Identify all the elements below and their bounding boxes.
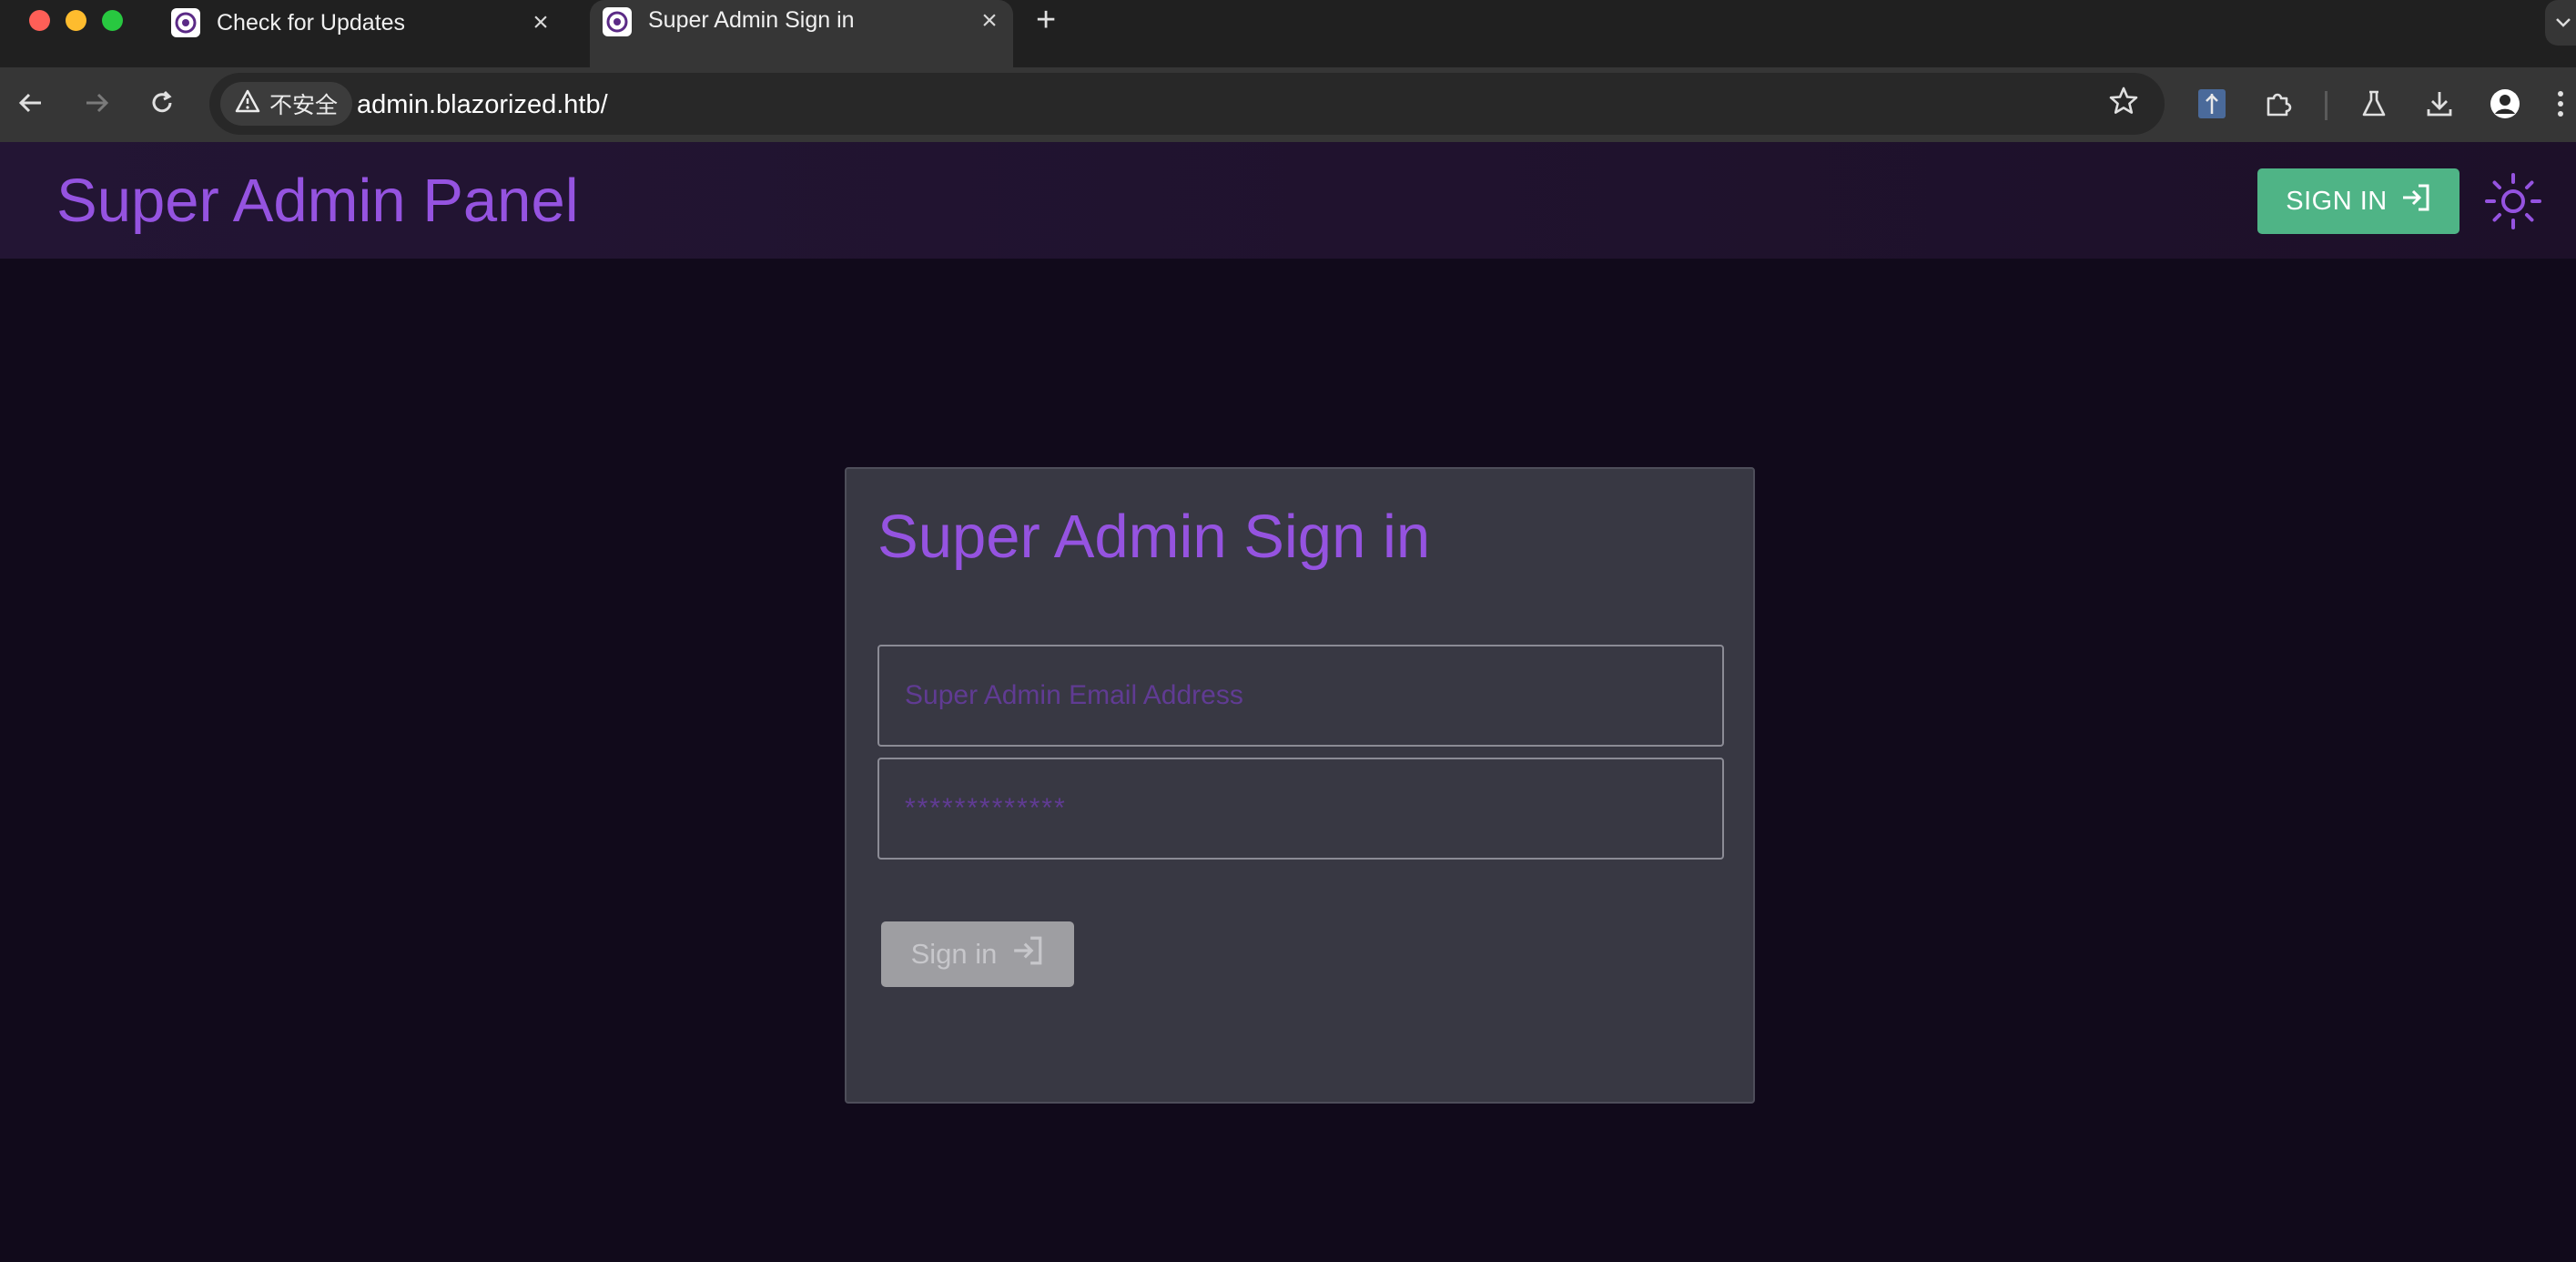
blazorized-favicon-icon bbox=[171, 8, 200, 37]
extension-icon[interactable] bbox=[2192, 84, 2232, 124]
tab-close-icon[interactable]: × bbox=[973, 7, 1006, 35]
security-status-chip[interactable]: 不安全 bbox=[220, 82, 353, 126]
window-minimize-button[interactable] bbox=[66, 10, 86, 31]
email-field[interactable] bbox=[877, 645, 1724, 747]
sign-in-label: Sign in bbox=[910, 938, 998, 970]
tab-title: Check for Updates bbox=[217, 9, 406, 36]
warning-icon bbox=[235, 89, 260, 119]
browser-tab-strip: Check for Updates × Super Admin Sign in … bbox=[0, 0, 2576, 67]
password-field[interactable] bbox=[877, 758, 1724, 860]
window-close-button[interactable] bbox=[29, 10, 50, 31]
tab-super-admin-sign-in[interactable]: Super Admin Sign in × bbox=[590, 0, 1013, 67]
login-arrow-icon bbox=[1011, 934, 1044, 974]
kebab-menu-icon[interactable] bbox=[2547, 84, 2574, 124]
sign-in-label: SIGN IN bbox=[2286, 186, 2388, 216]
profile-icon[interactable] bbox=[2485, 84, 2525, 124]
login-arrow-icon bbox=[2400, 182, 2431, 220]
tab-close-icon[interactable]: × bbox=[524, 9, 557, 36]
tab-check-for-updates[interactable]: Check for Updates × bbox=[164, 0, 564, 46]
bookmark-star-icon[interactable] bbox=[2108, 86, 2139, 124]
card-title: Super Admin Sign in bbox=[877, 503, 1431, 571]
url-text[interactable]: admin.blazorized.htb/ bbox=[357, 90, 608, 120]
back-arrow-icon[interactable] bbox=[11, 83, 51, 123]
download-icon[interactable] bbox=[2419, 84, 2459, 124]
reload-icon[interactable] bbox=[142, 83, 182, 123]
security-label: 不安全 bbox=[269, 93, 339, 118]
tab-search-chevron-icon[interactable] bbox=[2545, 0, 2576, 46]
blazorized-favicon-icon bbox=[603, 7, 632, 36]
browser-toolbar: 不安全 admin.blazorized.htb/ bbox=[0, 67, 2576, 142]
header-sign-in-button[interactable]: SIGN IN bbox=[2257, 168, 2459, 234]
new-tab-button[interactable]: + bbox=[1036, 2, 1056, 38]
toolbar-divider bbox=[2325, 91, 2328, 120]
window-zoom-button[interactable] bbox=[102, 10, 123, 31]
app-header: Super Admin Panel SIGN IN bbox=[0, 142, 2576, 259]
forward-arrow-icon[interactable] bbox=[76, 83, 117, 123]
puzzle-icon[interactable] bbox=[2257, 84, 2297, 124]
sun-icon[interactable] bbox=[2483, 171, 2543, 231]
sign-in-button[interactable]: Sign in bbox=[881, 921, 1074, 987]
address-bar[interactable]: 不安全 admin.blazorized.htb/ bbox=[209, 73, 2165, 135]
app-title[interactable]: Super Admin Panel bbox=[56, 166, 579, 236]
tab-title: Super Admin Sign in bbox=[648, 7, 855, 33]
labs-flask-icon[interactable] bbox=[2354, 84, 2394, 124]
sign-in-card: Super Admin Sign in Sign in bbox=[845, 467, 1755, 1104]
